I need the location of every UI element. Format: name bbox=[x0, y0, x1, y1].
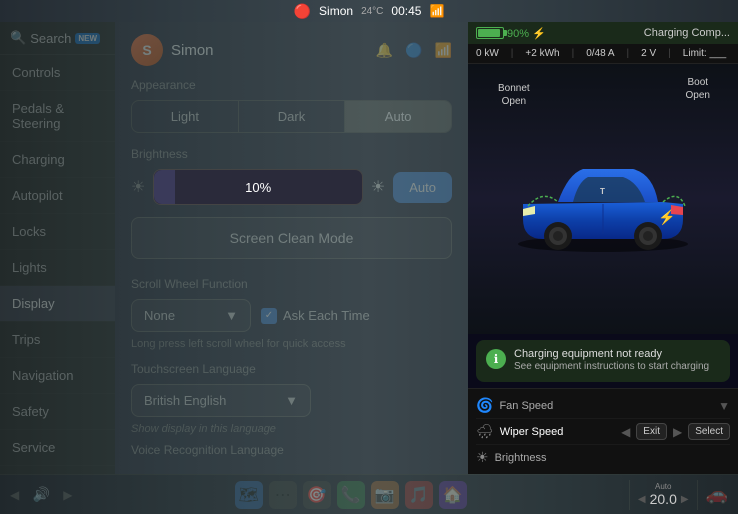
exit-btn[interactable]: Exit bbox=[636, 423, 667, 440]
stat-amp: 0/48 A bbox=[586, 48, 614, 59]
temperature: 24°C bbox=[361, 6, 383, 17]
car-svg: T ⚡ bbox=[503, 144, 703, 254]
stat-kwh: +2 kWh bbox=[525, 48, 559, 59]
right-panel: 90% ⚡ Charging Comp... 0 kW | +2 kWh | 0… bbox=[468, 22, 738, 474]
stat-separator2: | bbox=[572, 48, 575, 59]
battery-fill bbox=[478, 29, 500, 37]
brightness-bottom-text: Brightness bbox=[495, 452, 547, 464]
battery-bar bbox=[476, 27, 504, 39]
stat-separator3: | bbox=[627, 48, 630, 59]
charging-warning: ℹ Charging equipment not ready See equip… bbox=[476, 340, 730, 382]
charging-stats: 0 kW | +2 kWh | 0/48 A | 2 V | Limit: __… bbox=[468, 44, 738, 64]
fan-icon: 🌀 bbox=[476, 397, 493, 414]
status-bar: 🔴 Simon 24°C 00:45 📶 bbox=[0, 0, 738, 22]
wiper-icon: 🌧 bbox=[476, 423, 494, 440]
brightness-row-bottom: ☀ Brightness bbox=[476, 445, 730, 470]
battery-pct: 90% ⚡ bbox=[507, 27, 546, 40]
wiper-speed-label: 🌧 Wiper Speed bbox=[476, 423, 563, 440]
boot-open-label: BootOpen bbox=[686, 76, 710, 102]
stat-limit: Limit: ___ bbox=[683, 48, 726, 59]
exit-select-row: ◀ Exit ▶ Select bbox=[621, 423, 730, 440]
left-arrow-icon[interactable]: ◀ bbox=[621, 425, 630, 439]
brightness-bottom-label: ☀ Brightness bbox=[476, 449, 547, 466]
warning-text-container: Charging equipment not ready See equipme… bbox=[514, 348, 709, 374]
speed-right-arrow[interactable]: ▶ bbox=[681, 494, 689, 505]
bonnet-open-label: BonnetOpen bbox=[498, 82, 530, 108]
signal-icon: 📶 bbox=[429, 4, 444, 18]
fan-chevron-icon: ▼ bbox=[718, 399, 730, 413]
car-visualization: BonnetOpen BootOpen bbox=[468, 64, 738, 334]
auto-label: Auto bbox=[655, 482, 671, 491]
fan-speed-row: 🌀 Fan Speed ▼ bbox=[476, 393, 730, 419]
warning-text: See equipment instructions to start char… bbox=[514, 360, 709, 374]
speed-value: 20.0 bbox=[650, 491, 677, 507]
brightness-icon: ☀ bbox=[476, 449, 489, 466]
stat-kw: 0 kW bbox=[476, 48, 499, 59]
speed-container: Auto ◀ 20.0 ▶ bbox=[638, 482, 689, 507]
stat-separator: | bbox=[511, 48, 514, 59]
brightness-fill bbox=[154, 170, 175, 204]
stat-separator4: | bbox=[668, 48, 671, 59]
brightness-slider[interactable]: 10% bbox=[153, 169, 363, 205]
warning-title: Charging equipment not ready bbox=[514, 348, 709, 360]
select-btn[interactable]: Select bbox=[688, 423, 730, 440]
svg-text:T: T bbox=[600, 187, 605, 196]
right-arrow-icon[interactable]: ▶ bbox=[673, 425, 682, 439]
driver-name: Simon bbox=[319, 4, 353, 18]
wiper-speed-text: Wiper Speed bbox=[500, 426, 564, 438]
brightness-value: 10% bbox=[245, 180, 271, 195]
fan-speed-text: Fan Speed bbox=[499, 400, 553, 412]
battery-indicator: 90% ⚡ bbox=[476, 27, 546, 40]
stat-volt: 2 V bbox=[641, 48, 656, 59]
speed-display: ◀ 20.0 ▶ bbox=[638, 491, 689, 507]
warning-icon: ℹ bbox=[486, 349, 506, 369]
charging-title: Charging Comp... bbox=[552, 27, 730, 39]
wiper-speed-row: 🌧 Wiper Speed ◀ Exit ▶ Select bbox=[476, 419, 730, 445]
charging-topbar: 90% ⚡ Charging Comp... bbox=[468, 22, 738, 44]
bottom-controls: 🌀 Fan Speed ▼ 🌧 Wiper Speed ◀ Exit ▶ Sel… bbox=[468, 388, 738, 474]
speed-left-arrow[interactable]: ◀ bbox=[638, 494, 646, 505]
topbar-center: 🔴 Simon 24°C 00:45 📶 bbox=[294, 3, 445, 20]
svg-text:⚡: ⚡ bbox=[658, 209, 675, 226]
fan-speed-label: 🌀 Fan Speed bbox=[476, 397, 553, 414]
clock: 00:45 bbox=[391, 4, 421, 18]
